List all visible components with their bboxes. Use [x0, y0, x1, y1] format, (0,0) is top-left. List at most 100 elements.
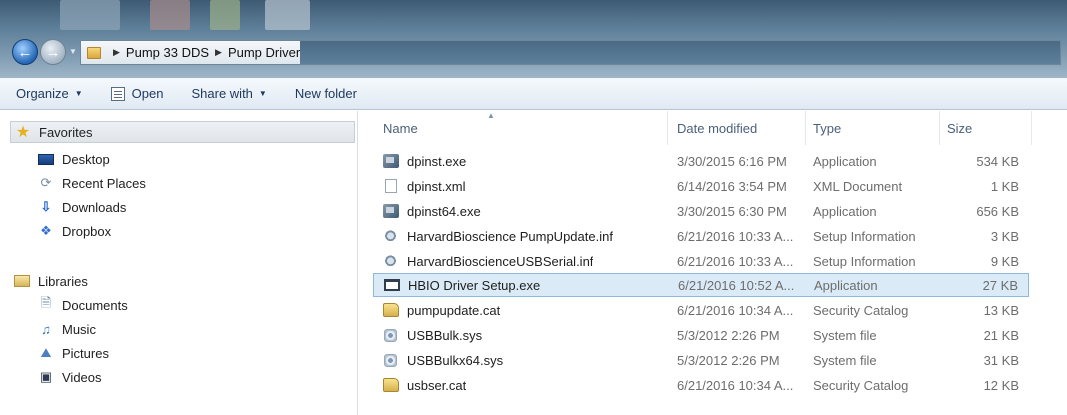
share-with-button[interactable]: Share with ▼: [191, 86, 266, 101]
breadcrumb-pump-33-dds[interactable]: Pump 33 DDS: [126, 45, 209, 60]
column-header-date-modified[interactable]: Date modified: [677, 121, 757, 136]
open-button[interactable]: Open: [110, 86, 164, 101]
sidebar-item-favorites[interactable]: ★ Favorites: [10, 121, 355, 143]
file-size: 21 KB: [983, 327, 1019, 343]
file-type: Security Catalog: [813, 302, 909, 318]
address-bar[interactable]: ▶ Pump 33 DDS ▶ Pump Drivers: [80, 40, 1061, 65]
sidebar-item-label: Pictures: [62, 345, 109, 361]
sidebar-item-pictures[interactable]: ⛰ Pictures: [38, 343, 109, 363]
sidebar-item-label: Music: [62, 321, 96, 337]
titlebar-decoration: [150, 0, 190, 30]
file-name-cell: HarvardBioscienceUSBSerial.inf: [383, 254, 593, 269]
file-date: 6/21/2016 10:33 A...: [677, 228, 794, 244]
back-button[interactable]: ←: [12, 39, 38, 65]
file-row[interactable]: dpinst64.exe 3/30/2015 6:30 PM Applicati…: [373, 199, 1029, 223]
dropbox-icon: ❖: [40, 223, 52, 238]
file-size: 27 KB: [982, 277, 1018, 293]
file-row[interactable]: dpinst.xml 6/14/2016 3:54 PM XML Documen…: [373, 174, 1029, 198]
open-label: Open: [131, 86, 164, 101]
sidebar-item-downloads[interactable]: ⇩ Downloads: [38, 197, 127, 217]
file-date: 6/21/2016 10:33 A...: [677, 253, 794, 269]
file-row[interactable]: HarvardBioscience PumpUpdate.inf 6/21/20…: [373, 224, 1029, 248]
downloads-icon: ⇩: [40, 199, 52, 214]
setup-info-icon: [384, 254, 397, 268]
chevron-down-icon: ▼: [258, 89, 267, 98]
xml-file-icon: [385, 179, 397, 193]
security-catalog-icon: [383, 378, 399, 392]
file-name: USBBulk.sys: [407, 327, 483, 343]
organize-button[interactable]: Organize ▼: [16, 86, 83, 101]
column-header-type[interactable]: Type: [813, 121, 841, 136]
videos-icon: ▣: [39, 369, 53, 384]
file-name: dpinst.exe: [407, 153, 467, 169]
sidebar-item-desktop[interactable]: Desktop: [38, 149, 110, 169]
navigation-pane: ★ Favorites Desktop ⟳ Recent Places ⇩ Do…: [0, 111, 358, 415]
music-icon: ♫: [41, 321, 51, 337]
file-name: dpinst64.exe: [407, 203, 481, 219]
column-divider[interactable]: [805, 111, 806, 145]
sidebar-item-label: Libraries: [38, 273, 88, 289]
file-row[interactable]: usbser.cat 6/21/2016 10:34 A... Security…: [373, 373, 1029, 397]
command-toolbar: Organize ▼ Open Share with ▼ New folder: [0, 78, 1067, 110]
sidebar-item-libraries[interactable]: Libraries: [14, 271, 88, 291]
column-divider[interactable]: [667, 111, 668, 145]
system-file-icon: [384, 328, 397, 342]
file-name-cell: HBIO Driver Setup.exe: [384, 278, 540, 293]
column-divider[interactable]: [1031, 111, 1032, 145]
sidebar-item-label: Desktop: [62, 151, 110, 167]
share-with-label: Share with: [191, 86, 253, 101]
file-type: System file: [813, 352, 877, 368]
file-type: Application: [814, 277, 878, 293]
file-date: 6/21/2016 10:52 A...: [678, 277, 795, 293]
file-type: Security Catalog: [813, 377, 909, 393]
titlebar-decoration: [60, 0, 120, 30]
file-row-selected[interactable]: HBIO Driver Setup.exe 6/21/2016 10:52 A.…: [373, 273, 1029, 297]
file-row[interactable]: USBBulk.sys 5/3/2012 2:26 PM System file…: [373, 323, 1029, 347]
file-row[interactable]: pumpupdate.cat 6/21/2016 10:34 A... Secu…: [373, 298, 1029, 322]
file-type: Setup Information: [813, 253, 916, 269]
new-folder-button[interactable]: New folder: [295, 86, 357, 101]
folder-icon: [87, 46, 101, 59]
file-date: 6/21/2016 10:34 A...: [677, 302, 794, 318]
breadcrumb-pump-drivers[interactable]: Pump Drivers: [228, 45, 307, 60]
sidebar-item-recent-places[interactable]: ⟳ Recent Places: [38, 173, 146, 193]
sidebar-item-music[interactable]: ♫ Music: [38, 319, 96, 339]
file-date: 3/30/2015 6:30 PM: [677, 203, 787, 219]
file-row[interactable]: USBBulkx64.sys 5/3/2012 2:26 PM System f…: [373, 348, 1029, 372]
sidebar-item-label: Favorites: [39, 124, 93, 140]
recent-pages-dropdown[interactable]: ▼: [69, 47, 77, 56]
file-row[interactable]: HarvardBioscienceUSBSerial.inf 6/21/2016…: [373, 249, 1029, 273]
file-size: 31 KB: [983, 352, 1019, 368]
file-name-cell: dpinst.exe: [383, 154, 466, 169]
breadcrumb-separator-icon[interactable]: ▶: [215, 47, 222, 58]
sidebar-item-label: Recent Places: [62, 175, 146, 191]
chevron-down-icon: ▼: [74, 89, 83, 98]
file-row[interactable]: dpinst.exe 3/30/2015 6:16 PM Application…: [373, 149, 1029, 173]
new-folder-label: New folder: [294, 86, 357, 101]
file-type: Setup Information: [813, 228, 916, 244]
titlebar-decoration: [265, 0, 310, 30]
installer-exe-icon: [383, 204, 399, 218]
file-name: HBIO Driver Setup.exe: [408, 277, 541, 293]
pictures-icon: ⛰: [40, 345, 52, 360]
sidebar-item-videos[interactable]: ▣ Videos: [38, 367, 102, 387]
column-header-size[interactable]: Size: [947, 121, 972, 136]
file-name: HarvardBioscience PumpUpdate.inf: [407, 228, 613, 244]
file-name: usbser.cat: [407, 377, 467, 393]
forward-button[interactable]: →: [40, 39, 66, 65]
file-list-pane: ▲ Name Date modified Type Size dpinst.ex…: [359, 111, 1067, 415]
libraries-icon: [14, 275, 30, 287]
forward-arrow-icon: →: [45, 43, 61, 61]
file-name: HarvardBioscienceUSBSerial.inf: [407, 253, 594, 269]
breadcrumb-separator-icon[interactable]: ▶: [113, 47, 120, 58]
sidebar-item-label: Downloads: [62, 199, 127, 215]
column-divider[interactable]: [939, 111, 940, 145]
sidebar-item-label: Dropbox: [62, 223, 112, 239]
file-size: 12 KB: [983, 377, 1019, 393]
file-name-cell: dpinst.xml: [383, 179, 466, 194]
file-date: 5/3/2012 2:26 PM: [677, 327, 780, 343]
sidebar-item-documents[interactable]: 🗎 Documents: [38, 295, 128, 315]
column-header-name[interactable]: Name: [383, 121, 418, 136]
file-name-cell: USBBulk.sys: [383, 328, 482, 343]
sidebar-item-dropbox[interactable]: ❖ Dropbox: [38, 221, 111, 241]
